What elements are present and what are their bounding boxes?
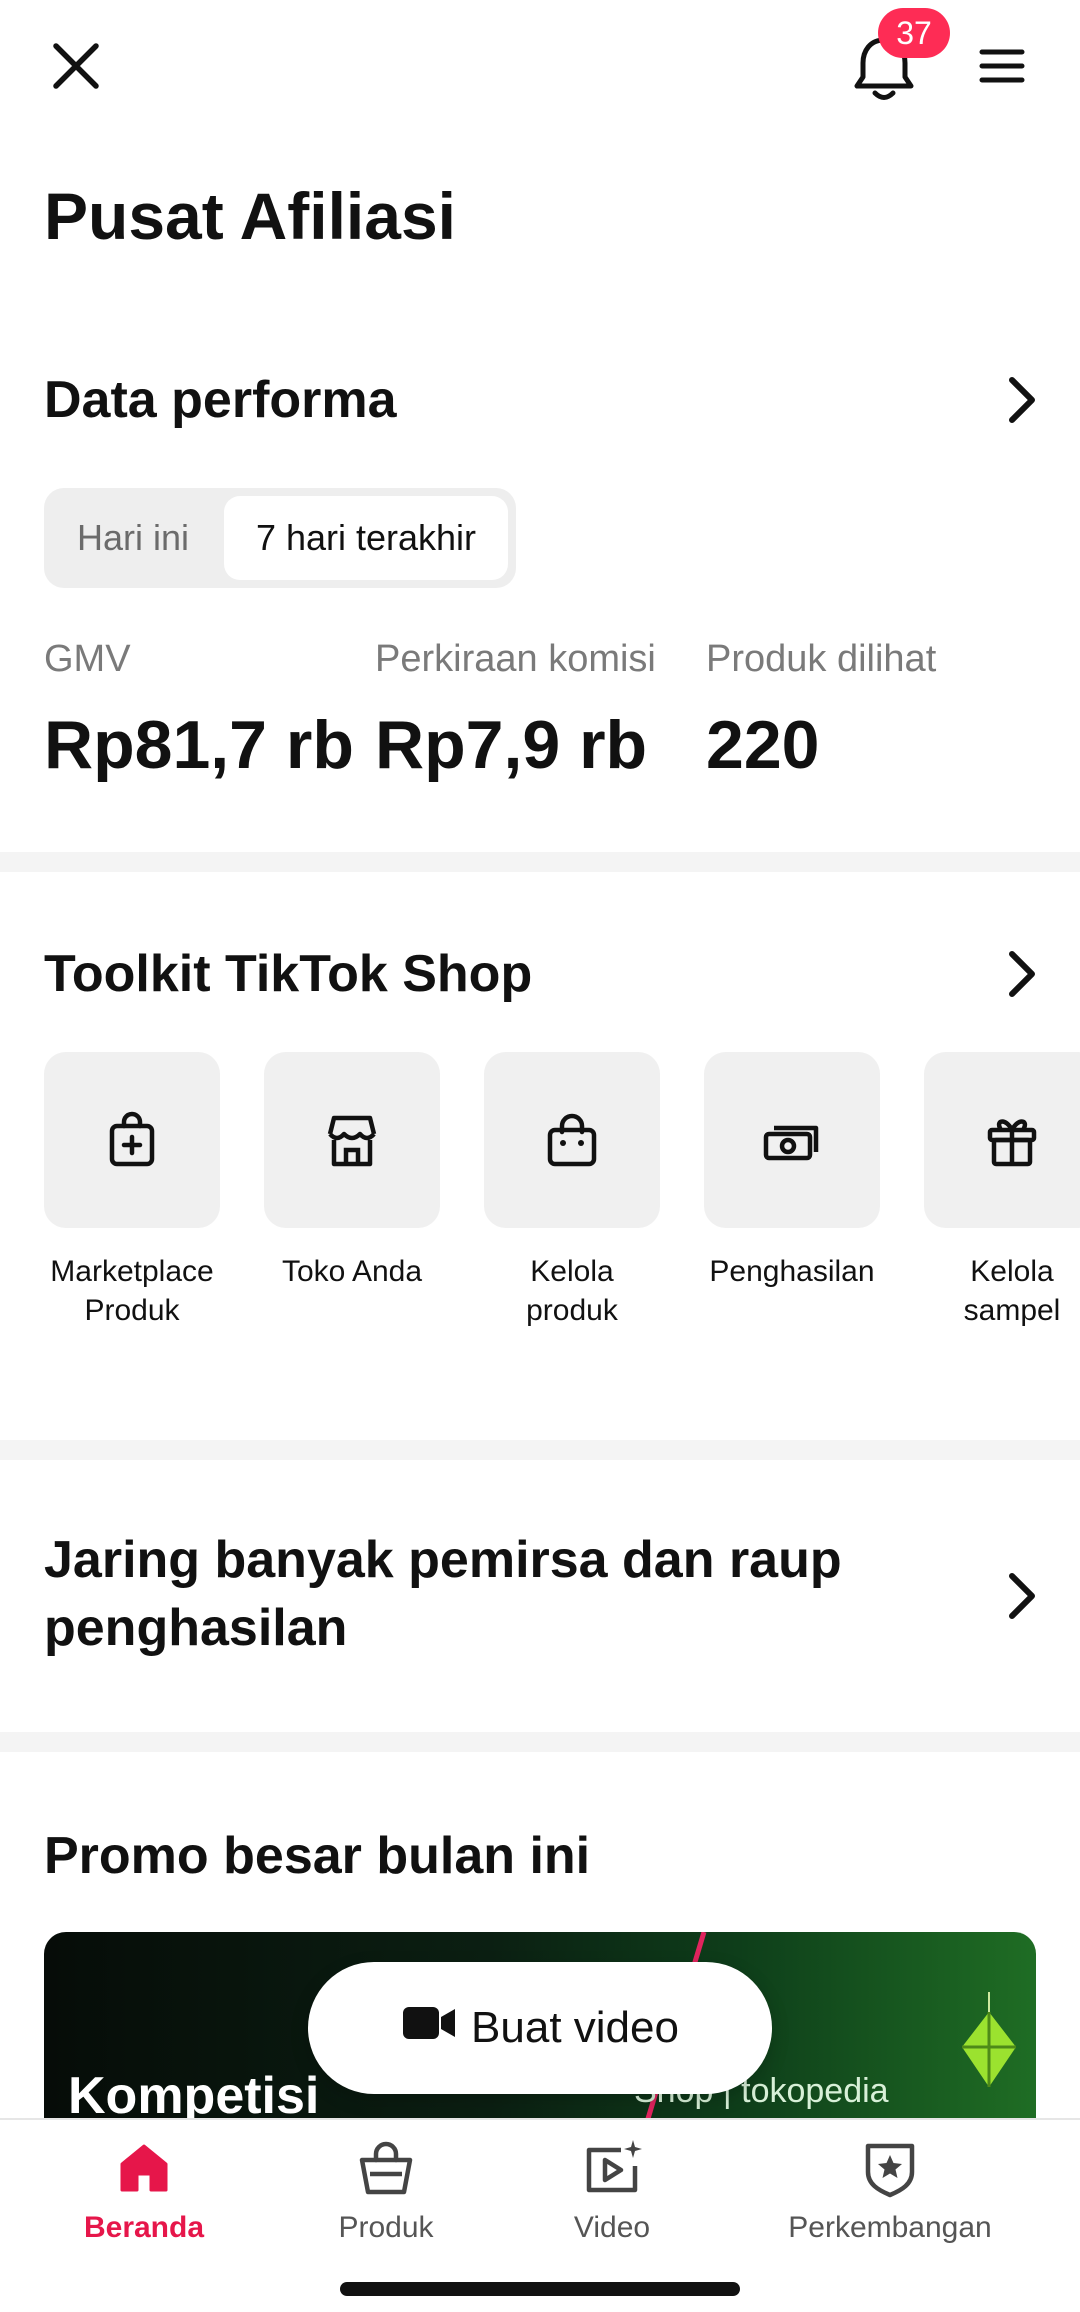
- section-divider: [0, 1732, 1080, 1752]
- metric-value-gmv: Rp81,7 rb: [44, 707, 354, 783]
- promo-banner-text: Kompetisi: [68, 2067, 320, 2125]
- video-camera-icon: [401, 2003, 457, 2054]
- nav-item-video[interactable]: Video: [542, 2138, 682, 2245]
- reach-chevron-right-icon[interactable]: [1002, 1568, 1042, 1624]
- nav-label-video: Video: [573, 2211, 651, 2244]
- toolkit-item-samples[interactable]: Kelola sampel: [924, 1052, 1080, 1330]
- performance-chevron-right-icon[interactable]: [1002, 372, 1042, 428]
- toolkit-item-manage-products[interactable]: Kelola produk: [484, 1052, 660, 1330]
- home-indicator: [340, 2282, 740, 2296]
- toolkit-item-store[interactable]: Toko Anda: [264, 1052, 440, 1291]
- nav-item-beranda[interactable]: Beranda: [74, 2138, 214, 2245]
- toolkit-section-title: Toolkit TikTok Shop: [44, 945, 533, 1003]
- metric-label-products-viewed: Produk dilihat: [706, 638, 937, 680]
- page-title: Pusat Afiliasi: [44, 179, 457, 253]
- reach-banner-title[interactable]: Jaring banyak pemirsa dan raup penghasil…: [44, 1526, 944, 1662]
- store-icon: [264, 1052, 440, 1228]
- period-selector: Hari ini 7 hari terakhir: [44, 488, 516, 588]
- home-icon: [114, 2138, 174, 2203]
- performance-section-title: Data performa: [44, 371, 397, 429]
- toolkit-item-label: Kelola produk: [526, 1255, 618, 1327]
- shopping-bag-icon: [484, 1052, 660, 1228]
- shield-star-icon: [860, 2138, 920, 2203]
- basket-icon: [356, 2138, 416, 2203]
- metric-value-products-viewed: 220: [706, 707, 820, 783]
- top-bar: 37: [0, 0, 1080, 140]
- nav-item-perkembangan[interactable]: Perkembangan: [770, 2138, 1010, 2245]
- period-option-today[interactable]: Hari ini: [44, 496, 222, 580]
- metric-value-commission: Rp7,9 rb: [375, 707, 648, 783]
- nav-label-beranda: Beranda: [83, 2211, 205, 2244]
- toolkit-item-label: Toko Anda: [281, 1255, 423, 1288]
- money-icon: [704, 1052, 880, 1228]
- video-play-icon: [581, 2138, 643, 2203]
- close-icon[interactable]: [44, 34, 108, 98]
- notification-badge: 37: [878, 8, 950, 58]
- metric-label-gmv: GMV: [44, 638, 131, 680]
- gift-icon: [924, 1052, 1080, 1228]
- metric-label-commission: Perkiraan komisi: [375, 638, 656, 680]
- section-divider: [0, 852, 1080, 872]
- ketupat-decoration-icon: [962, 1992, 1016, 2087]
- nav-item-produk[interactable]: Produk: [316, 2138, 456, 2245]
- toolkit-item-marketplace[interactable]: Marketplace Produk: [44, 1052, 220, 1330]
- toolkit-chevron-right-icon[interactable]: [1002, 946, 1042, 1002]
- toolkit-item-earnings[interactable]: Penghasilan: [704, 1052, 880, 1291]
- bag-plus-icon: [44, 1052, 220, 1228]
- menu-icon[interactable]: [976, 40, 1028, 92]
- toolkit-item-label: Kelola sampel: [963, 1255, 1061, 1327]
- toolkit-item-label: Penghasilan: [709, 1255, 875, 1288]
- section-divider: [0, 1440, 1080, 1460]
- promo-section-title: Promo besar bulan ini: [44, 1827, 591, 1885]
- create-video-label: Buat video: [471, 2003, 679, 2052]
- create-video-button[interactable]: Buat video: [308, 1962, 772, 2094]
- nav-label-perkembangan: Perkembangan: [788, 2211, 992, 2244]
- period-option-7-days[interactable]: 7 hari terakhir: [224, 496, 508, 580]
- nav-label-produk: Produk: [338, 2211, 434, 2244]
- toolkit-item-label: Marketplace Produk: [50, 1255, 214, 1327]
